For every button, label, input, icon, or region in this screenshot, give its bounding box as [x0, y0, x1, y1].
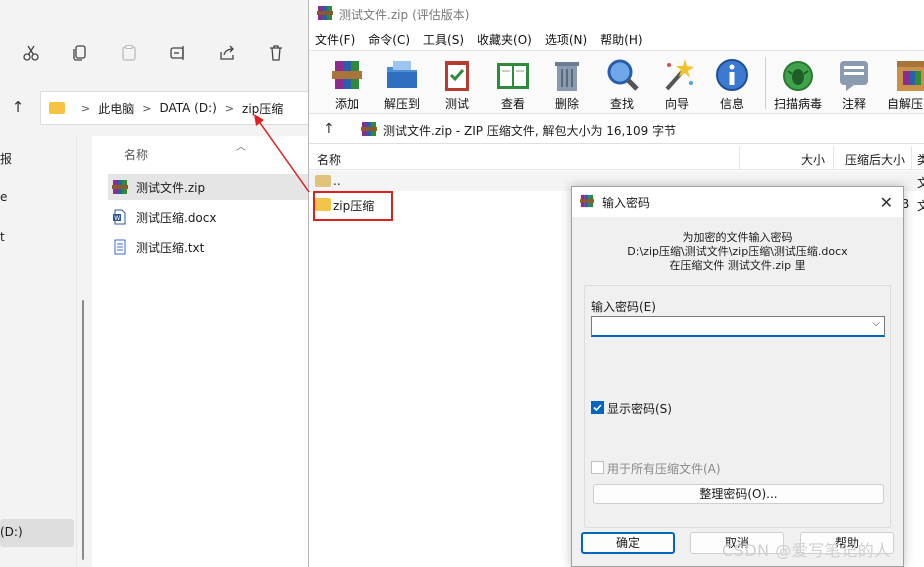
message-line: D:\zip压缩\测试文件\zip压缩\测试压缩.docx — [627, 245, 848, 258]
chevron-down-icon[interactable]: ⌵ — [872, 318, 880, 329]
dialog-message: 为加密的文件输入密码 D:\zip压缩\测试文件\zip压缩\测试压缩.docx… — [572, 231, 903, 273]
dialog-title: 输入密码 — [602, 195, 651, 210]
password-dialog: 输入密码 ✕ 为加密的文件输入密码 D:\zip压缩\测试文件\zip压缩\测试… — [571, 186, 904, 567]
ok-button[interactable]: 确定 — [581, 532, 675, 554]
close-icon[interactable]: ✕ — [880, 193, 893, 212]
winrar-logo-icon — [580, 194, 594, 211]
dialog-title-bar: 输入密码 ✕ — [572, 187, 903, 217]
password-label: 输入密码(E) — [591, 300, 656, 314]
use-all-archives-label: 用于所有压缩文件(A) — [607, 462, 721, 476]
show-password-checkbox[interactable] — [591, 401, 604, 414]
watermark-text: CSDN @爱写笔记的人 — [722, 541, 891, 560]
message-line: 在压缩文件 测试文件.zip 里 — [669, 259, 806, 272]
message-line: 为加密的文件输入密码 — [682, 231, 793, 244]
use-all-archives-checkbox[interactable] — [591, 461, 604, 474]
show-password-label: 显示密码(S) — [607, 402, 672, 416]
organize-passwords-button[interactable]: 整理密码(O)... — [593, 484, 884, 504]
password-group: 输入密码(E) ⌵ 显示密码(S) 用于所有压缩文件(A) 整理密码(O)... — [584, 285, 891, 528]
password-input[interactable]: ⌵ — [591, 316, 885, 337]
